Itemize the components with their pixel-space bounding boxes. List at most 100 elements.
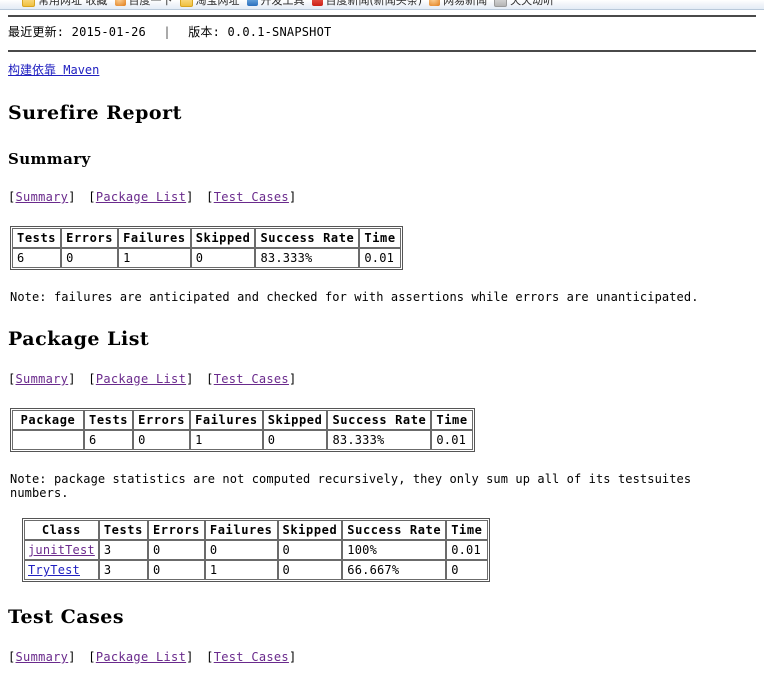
cell-errors: 0 <box>147 560 205 580</box>
cell-class: TryTest <box>24 560 99 580</box>
bookmark-label: 百度新闻(新闻头条) <box>325 0 423 7</box>
nav-link-summary[interactable]: Summary <box>16 372 69 386</box>
cell-success-rate: 83.333% <box>255 248 360 268</box>
cell-skipped: 0 <box>262 430 328 450</box>
col-tests: Tests <box>98 520 148 540</box>
bookmark-item[interactable]: 开发工具 <box>246 0 305 8</box>
col-tests: Tests <box>84 410 134 430</box>
last-published-value: 2015-01-26 <box>71 25 146 39</box>
table-header-row: Package Tests Errors Failures Skipped Su… <box>12 410 473 430</box>
col-success-rate: Success Rate <box>342 520 447 540</box>
cell-success-rate: 83.333% <box>327 430 432 450</box>
class-table: Class Tests Errors Failures Skipped Succ… <box>22 518 490 582</box>
package-list-nav: [Summary] [Package List] [Test Cases] <box>8 372 756 386</box>
nav-link-test-cases[interactable]: Test Cases <box>214 190 289 204</box>
cell-errors: 0 <box>133 430 191 450</box>
bookmark-item[interactable]: 百度一下 <box>114 0 173 8</box>
bookmark-item[interactable]: 天天动听 <box>494 0 554 8</box>
col-skipped: Skipped <box>262 410 328 430</box>
cell-failures: 1 <box>204 560 278 580</box>
bookmark-item[interactable]: 淘宝网址 <box>179 0 240 8</box>
col-class: Class <box>24 520 99 540</box>
bookmark-item[interactable]: 常用网址 收藏 <box>22 0 108 8</box>
meta-separator: | <box>163 25 171 39</box>
cell-time: 0.01 <box>446 540 488 560</box>
version-label: 版本: <box>188 25 221 39</box>
class-link-junittest[interactable]: junitTest <box>28 543 95 557</box>
cell-skipped: 0 <box>277 560 343 580</box>
col-failures: Failures <box>204 520 278 540</box>
summary-table: Tests Errors Failures Skipped Success Ra… <box>10 226 403 270</box>
built-by-maven-label: Maven <box>63 63 100 77</box>
orange-circle-icon <box>114 0 126 6</box>
summary-nav: [Summary] [Package List] [Test Cases] <box>8 190 756 204</box>
nav-group-summary: [Summary] <box>8 650 76 664</box>
bookmark-item[interactable]: 百度新闻(新闻头条) <box>311 0 423 8</box>
folder-icon <box>179 0 193 7</box>
summary-heading: Summary <box>8 150 91 168</box>
bookmark-item[interactable]: 网易新闻 <box>429 0 487 8</box>
cell-skipped: 0 <box>190 248 256 268</box>
class-link-trytest[interactable]: TryTest <box>28 563 80 577</box>
col-time: Time <box>446 520 488 540</box>
nav-link-test-cases[interactable]: Test Cases <box>214 372 289 386</box>
nav-link-summary[interactable]: Summary <box>16 650 69 664</box>
bookmark-label: 淘宝网址 <box>195 0 240 7</box>
cell-tests: 3 <box>98 560 148 580</box>
cell-time: 0 <box>446 560 488 580</box>
col-errors: Errors <box>61 228 119 248</box>
nav-group-package-list: [Package List] <box>88 190 194 204</box>
cell-errors: 0 <box>147 540 205 560</box>
table-row: junitTest 3 0 0 0 100% 0.01 <box>24 540 488 560</box>
col-success-rate: Success Rate <box>327 410 432 430</box>
table-header-row: Tests Errors Failures Skipped Success Ra… <box>12 228 401 248</box>
nav-link-summary[interactable]: Summary <box>16 190 69 204</box>
table-header-row: Class Tests Errors Failures Skipped Succ… <box>24 520 488 540</box>
summary-note: Note: failures are anticipated and check… <box>10 290 699 304</box>
table-row: TryTest 3 0 1 0 66.667% 0 <box>24 560 488 580</box>
nav-link-package-list[interactable]: Package List <box>96 372 186 386</box>
nav-link-package-list[interactable]: Package List <box>96 190 186 204</box>
grey-square-icon <box>494 0 508 7</box>
cell-time: 0.01 <box>431 430 473 450</box>
test-cases-heading: Test Cases <box>8 606 125 628</box>
col-skipped: Skipped <box>277 520 343 540</box>
bookmarks-row: 常用网址 收藏 百度一下 淘宝网址 开发工具 百度新闻(新闻头条) 网易新闻 天… <box>0 0 561 9</box>
built-by-line: 构建依靠 Maven <box>8 52 756 78</box>
col-skipped: Skipped <box>190 228 256 248</box>
col-package: Package <box>12 410 84 430</box>
nav-link-package-list[interactable]: Package List <box>96 650 186 664</box>
nav-link-test-cases[interactable]: Test Cases <box>214 650 289 664</box>
package-list-note: Note: package statistics are not compute… <box>10 472 692 500</box>
folder-icon <box>22 0 35 7</box>
built-by-maven-link[interactable]: 构建依靠 Maven <box>8 63 99 77</box>
cell-time: 0.01 <box>359 248 401 268</box>
col-failures: Failures <box>190 410 263 430</box>
page-title: Surefire Report <box>8 102 182 124</box>
last-published-label: 最近更新: <box>8 25 65 39</box>
col-errors: Errors <box>133 410 191 430</box>
cell-failures: 0 <box>204 540 278 560</box>
table-row: 6 0 1 0 83.333% 0.01 <box>12 430 473 450</box>
cell-package <box>12 430 84 450</box>
cell-skipped: 0 <box>277 540 343 560</box>
bookmark-label: 开发工具 <box>260 0 305 7</box>
bookmark-label: 百度一下 <box>128 0 173 7</box>
nav-group-package-list: [Package List] <box>88 372 194 386</box>
browser-bookmarks-bar[interactable]: 常用网址 收藏 百度一下 淘宝网址 开发工具 百度新闻(新闻头条) 网易新闻 天… <box>0 0 764 10</box>
col-success-rate: Success Rate <box>255 228 360 248</box>
nav-group-test-cases: [Test Cases] <box>206 372 297 386</box>
package-list-table: Package Tests Errors Failures Skipped Su… <box>10 408 475 452</box>
col-time: Time <box>359 228 401 248</box>
bookmark-label: 天天动听 <box>510 0 555 7</box>
cell-errors: 0 <box>61 248 119 268</box>
report-page: 最近更新: 2015-01-26 | 版本: 0.0.1-SNAPSHOT 构建… <box>0 15 764 664</box>
cell-tests: 6 <box>12 248 62 268</box>
package-list-heading: Package List <box>8 328 150 350</box>
cell-failures: 1 <box>190 430 263 450</box>
nav-group-summary: [Summary] <box>8 372 76 386</box>
bookmark-label: 网易新闻 <box>443 0 488 7</box>
version-value: 0.0.1-SNAPSHOT <box>227 25 332 39</box>
cell-tests: 6 <box>84 430 134 450</box>
col-time: Time <box>431 410 473 430</box>
